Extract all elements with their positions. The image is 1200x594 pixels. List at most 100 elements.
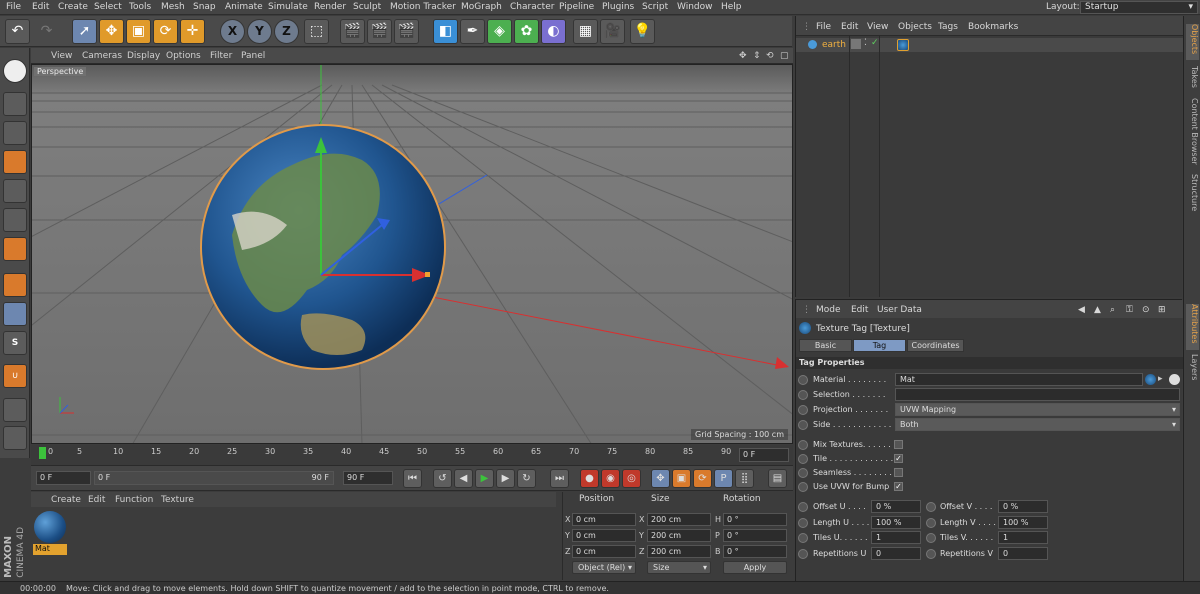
pen-button[interactable]: ✒: [460, 19, 485, 44]
record-parameter-button[interactable]: P: [714, 469, 733, 488]
tab-attributes[interactable]: Attributes: [1186, 304, 1199, 350]
material-menu-arrow-icon[interactable]: ▸: [1158, 374, 1163, 384]
length-v-field[interactable]: 100 %: [998, 516, 1048, 529]
timeline-window-button[interactable]: ▤: [768, 469, 787, 488]
animate-radio[interactable]: [798, 390, 808, 400]
attribute-menu-user-data[interactable]: User Data: [877, 305, 922, 315]
menu-create[interactable]: Create: [58, 2, 88, 12]
material-menu-function[interactable]: Function: [115, 495, 153, 505]
light-button[interactable]: 💡: [630, 19, 655, 44]
record-position-button[interactable]: ✥: [651, 469, 670, 488]
menu-motion-tracker[interactable]: Motion Tracker: [390, 2, 456, 12]
material-menu-texture[interactable]: Texture: [161, 495, 194, 505]
object-menu-tags[interactable]: Tags: [938, 22, 958, 32]
animate-radio[interactable]: [798, 502, 808, 512]
animate-radio[interactable]: [798, 482, 808, 492]
tweak-mode-button[interactable]: [3, 302, 27, 326]
object-row-earth[interactable]: earth ⁚ ✓: [796, 38, 1183, 52]
floor-button[interactable]: ▦: [573, 19, 598, 44]
viewport-menu-filter[interactable]: Filter: [210, 51, 232, 61]
tab-structure[interactable]: Structure: [1186, 174, 1199, 218]
seamless-checkbox[interactable]: [894, 468, 903, 477]
expand-icon[interactable]: ⊞: [1158, 305, 1166, 315]
menu-window[interactable]: Window: [677, 2, 713, 12]
y-axis-button[interactable]: Y: [247, 19, 272, 44]
timeline-ruler[interactable]: 0 5 10 15 20 25 30 35 40 45 50 55 60 65 …: [31, 445, 793, 466]
previous-key-button[interactable]: ↺: [433, 469, 452, 488]
end-frame-field[interactable]: 90 F: [343, 471, 393, 485]
rotate-tool-button[interactable]: ⟳: [153, 19, 178, 44]
object-menu-objects[interactable]: Objects: [898, 22, 932, 32]
tab-layers[interactable]: Layers: [1186, 354, 1199, 384]
animate-radio[interactable]: [926, 502, 936, 512]
viewport-rotate-icon[interactable]: ⟲: [766, 51, 774, 61]
pick-cursor-icon[interactable]: [1169, 374, 1180, 385]
lock-icon[interactable]: ⚿: [1126, 305, 1133, 315]
subdivision-button[interactable]: ◈: [487, 19, 512, 44]
undo-button[interactable]: ↶: [5, 19, 30, 44]
cube-button[interactable]: ◧: [433, 19, 458, 44]
selection-field[interactable]: [895, 388, 1180, 401]
polygons-mode-button[interactable]: [3, 237, 27, 261]
record-keys-button[interactable]: ●: [580, 469, 599, 488]
tab-takes[interactable]: Takes: [1186, 66, 1199, 96]
render-settings-button[interactable]: 🎬: [394, 19, 419, 44]
animate-radio[interactable]: [798, 518, 808, 528]
texture-mode-button[interactable]: [3, 121, 27, 145]
animate-radio[interactable]: [798, 405, 808, 415]
tiles-u-field[interactable]: 1: [871, 531, 921, 544]
size-x-field[interactable]: 200 cm: [647, 513, 711, 526]
viewport-menu-panel[interactable]: Panel: [241, 51, 265, 61]
record-pla-button[interactable]: ⣿: [735, 469, 754, 488]
start-frame-field[interactable]: 0 F: [36, 471, 91, 485]
search-icon[interactable]: ⌕: [1110, 305, 1115, 315]
next-frame-button[interactable]: ▶: [496, 469, 515, 488]
animate-radio[interactable]: [798, 440, 808, 450]
tab-coordinates[interactable]: Coordinates: [907, 339, 964, 352]
size-y-field[interactable]: 200 cm: [647, 529, 711, 542]
menu-help[interactable]: Help: [721, 2, 742, 12]
solo-button[interactable]: S: [3, 331, 27, 355]
position-x-field[interactable]: 0 cm: [572, 513, 636, 526]
material-menu-edit[interactable]: Edit: [88, 495, 105, 505]
repetitions-u-field[interactable]: 0: [871, 547, 921, 560]
rotation-p-field[interactable]: 0 °: [723, 529, 787, 542]
object-menu-edit[interactable]: Edit: [841, 22, 858, 32]
object-menu-bookmarks[interactable]: Bookmarks: [968, 22, 1018, 32]
recent-tool-button[interactable]: ✛: [180, 19, 205, 44]
size-mode-dropdown[interactable]: Size ▾: [647, 561, 711, 574]
texture-tag-icon[interactable]: [897, 39, 909, 51]
visibility-dots-icon[interactable]: ⁚: [864, 38, 867, 48]
tab-basic[interactable]: Basic: [799, 339, 852, 352]
lock-workplane-button[interactable]: [3, 398, 27, 422]
model-mode-button[interactable]: [3, 92, 27, 116]
edges-mode-button[interactable]: [3, 208, 27, 232]
layout-select[interactable]: Startup ▾: [1080, 1, 1198, 14]
size-z-field[interactable]: 200 cm: [647, 545, 711, 558]
record-rotation-button[interactable]: ⟳: [693, 469, 712, 488]
points-mode-button[interactable]: [3, 179, 27, 203]
menu-file[interactable]: File: [6, 2, 21, 12]
animate-radio[interactable]: [798, 533, 808, 543]
viewport-menu-view[interactable]: View: [51, 51, 72, 61]
coordinate-system-button[interactable]: ⬚: [304, 19, 329, 44]
enabled-check-icon[interactable]: ✓: [871, 38, 879, 48]
axis-mode-button[interactable]: [3, 273, 27, 297]
offset-u-field[interactable]: 0 %: [871, 500, 921, 513]
tiles-v-field[interactable]: 1: [998, 531, 1048, 544]
animate-radio[interactable]: [798, 420, 808, 430]
camera-button[interactable]: 🎥: [600, 19, 625, 44]
cloner-button[interactable]: ✿: [514, 19, 539, 44]
move-tool-button[interactable]: ✥: [99, 19, 124, 44]
animate-radio[interactable]: [798, 468, 808, 478]
viewport-menu-display[interactable]: Display: [127, 51, 160, 61]
menu-pipeline[interactable]: Pipeline: [559, 2, 594, 12]
tab-content-browser[interactable]: Content Browser: [1186, 98, 1199, 172]
previous-frame-button[interactable]: ◀: [454, 469, 473, 488]
record-scale-button[interactable]: ▣: [672, 469, 691, 488]
back-arrow-icon[interactable]: ◀: [1078, 305, 1085, 315]
animate-radio[interactable]: [926, 549, 936, 559]
rotation-h-field[interactable]: 0 °: [723, 513, 787, 526]
repetitions-v-field[interactable]: 0: [998, 547, 1048, 560]
menu-mesh[interactable]: Mesh: [161, 2, 185, 12]
